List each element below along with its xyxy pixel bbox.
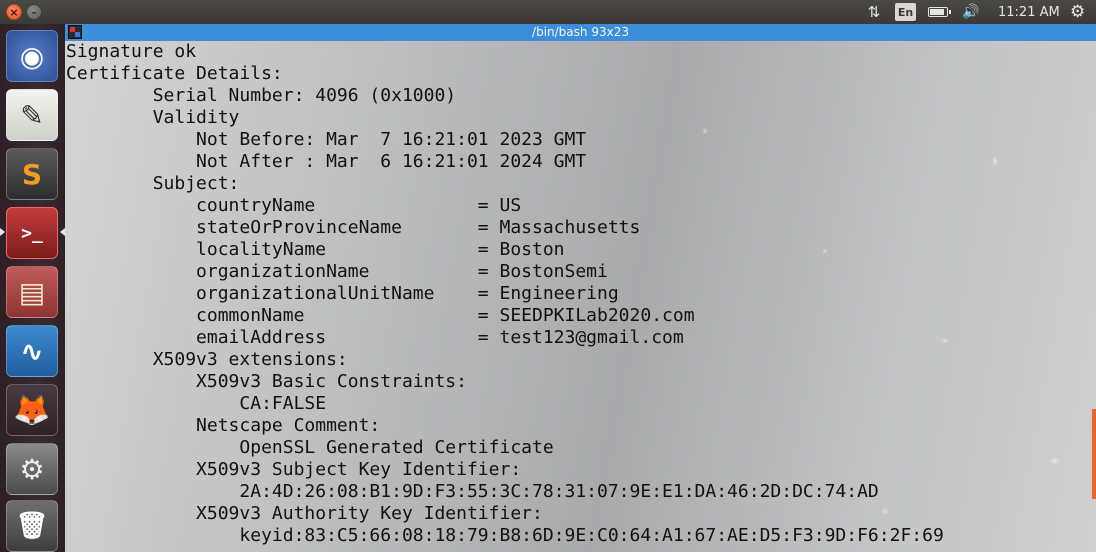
output-line: organizationalUnitName = Engineering	[66, 283, 619, 304]
output-line: organizationName = BostonSemi	[66, 261, 608, 282]
sublime-text-icon[interactable]: S	[6, 148, 58, 200]
file-manager-icon[interactable]: ▤	[6, 266, 58, 318]
gear-wrench-glyph: ⚙	[19, 452, 45, 486]
output-line: commonName = SEEDPKILab2020.com	[66, 305, 695, 326]
terminal-icon[interactable]: >_	[6, 207, 58, 259]
battery-icon[interactable]	[928, 0, 954, 24]
firefox-icon[interactable]: 🦊	[6, 384, 58, 436]
terminal-titlebar[interactable]: /bin/bash 93x23	[65, 24, 1096, 41]
ubuntu-dash-icon[interactable]: ◉	[6, 30, 58, 82]
running-indicator	[0, 228, 5, 236]
system-settings-icon[interactable]: ⚙	[6, 443, 58, 495]
output-line: stateOrProvinceName = Massachusetts	[66, 217, 641, 238]
trash-icon[interactable]: 🗑	[6, 500, 58, 552]
output-line: CA:FALSE	[66, 393, 327, 414]
output-line: Serial Number: 4096 (0x1000)	[66, 85, 457, 106]
output-line: X509v3 extensions:	[66, 349, 348, 370]
ubuntu-logo-glyph: ◉	[19, 39, 45, 73]
output-line: X509v3 Authority Key Identifier:	[66, 503, 543, 524]
cabinet-glyph: ▤	[18, 275, 46, 309]
output-line: Not Before: Mar 7 16:21:01 2023 GMT	[66, 129, 587, 150]
minimize-window-button[interactable]: –	[26, 4, 42, 20]
output-line: keyid:83:C5:66:08:18:79:B8:6D:9E:C0:64:A…	[66, 525, 944, 546]
output-line: X509v3 Subject Key Identifier:	[66, 459, 522, 480]
output-line: countryName = US	[66, 195, 522, 216]
output-line: Certificate Details:	[66, 63, 283, 84]
launcher: ◉ ✎ S >_ ▤ ∿ 🦊 ⚙ 🗑	[0, 24, 66, 552]
output-line: Netscape Comment:	[66, 415, 381, 436]
terminal-output-area[interactable]: Signature ok Certificate Details: Serial…	[65, 41, 1096, 552]
scrollbar-indicator[interactable]	[1092, 409, 1096, 499]
network-transfer-icon[interactable]: ⇅	[864, 0, 884, 24]
keyboard-language-indicator[interactable]: En	[895, 3, 916, 21]
session-gear-icon[interactable]: ⚙	[1070, 0, 1090, 24]
output-line: Not After : Mar 6 16:21:01 2024 GMT	[66, 151, 587, 172]
output-line: localityName = Boston	[66, 239, 565, 260]
output-line: Validity	[66, 107, 240, 128]
pencil-glyph: ✎	[20, 98, 44, 132]
text-editor-icon[interactable]: ✎	[6, 89, 58, 141]
output-line: emailAddress = test123@gmail.com	[66, 327, 684, 348]
sublime-s-glyph: S	[21, 157, 43, 191]
output-line: X509v3 Basic Constraints:	[66, 371, 467, 392]
output-line: Subject:	[66, 173, 240, 194]
terminal-title: /bin/bash 93x23	[532, 25, 629, 39]
output-line: Signature ok	[66, 41, 197, 62]
output-line: OpenSSL Generated Certificate	[66, 437, 554, 458]
output-line: 2A:4D:26:08:B1:9D:F3:55:3C:78:31:07:9E:E…	[66, 481, 879, 502]
wireshark-icon[interactable]: ∿	[6, 325, 58, 377]
top-panel: × – ⇅ En 🔊 11:21 AM ⚙	[0, 0, 1096, 24]
trash-bin-glyph: 🗑	[15, 511, 49, 541]
terminal-output: Signature ok Certificate Details: Serial…	[66, 41, 944, 547]
close-window-button[interactable]: ×	[6, 4, 22, 20]
firefox-logo-glyph: 🦊	[13, 392, 51, 428]
terminal-prompt-glyph: >_	[21, 222, 43, 244]
fin-wave-glyph: ∿	[20, 334, 44, 368]
clock[interactable]: 11:21 AM	[998, 0, 1060, 24]
volume-icon[interactable]: 🔊	[962, 0, 986, 24]
